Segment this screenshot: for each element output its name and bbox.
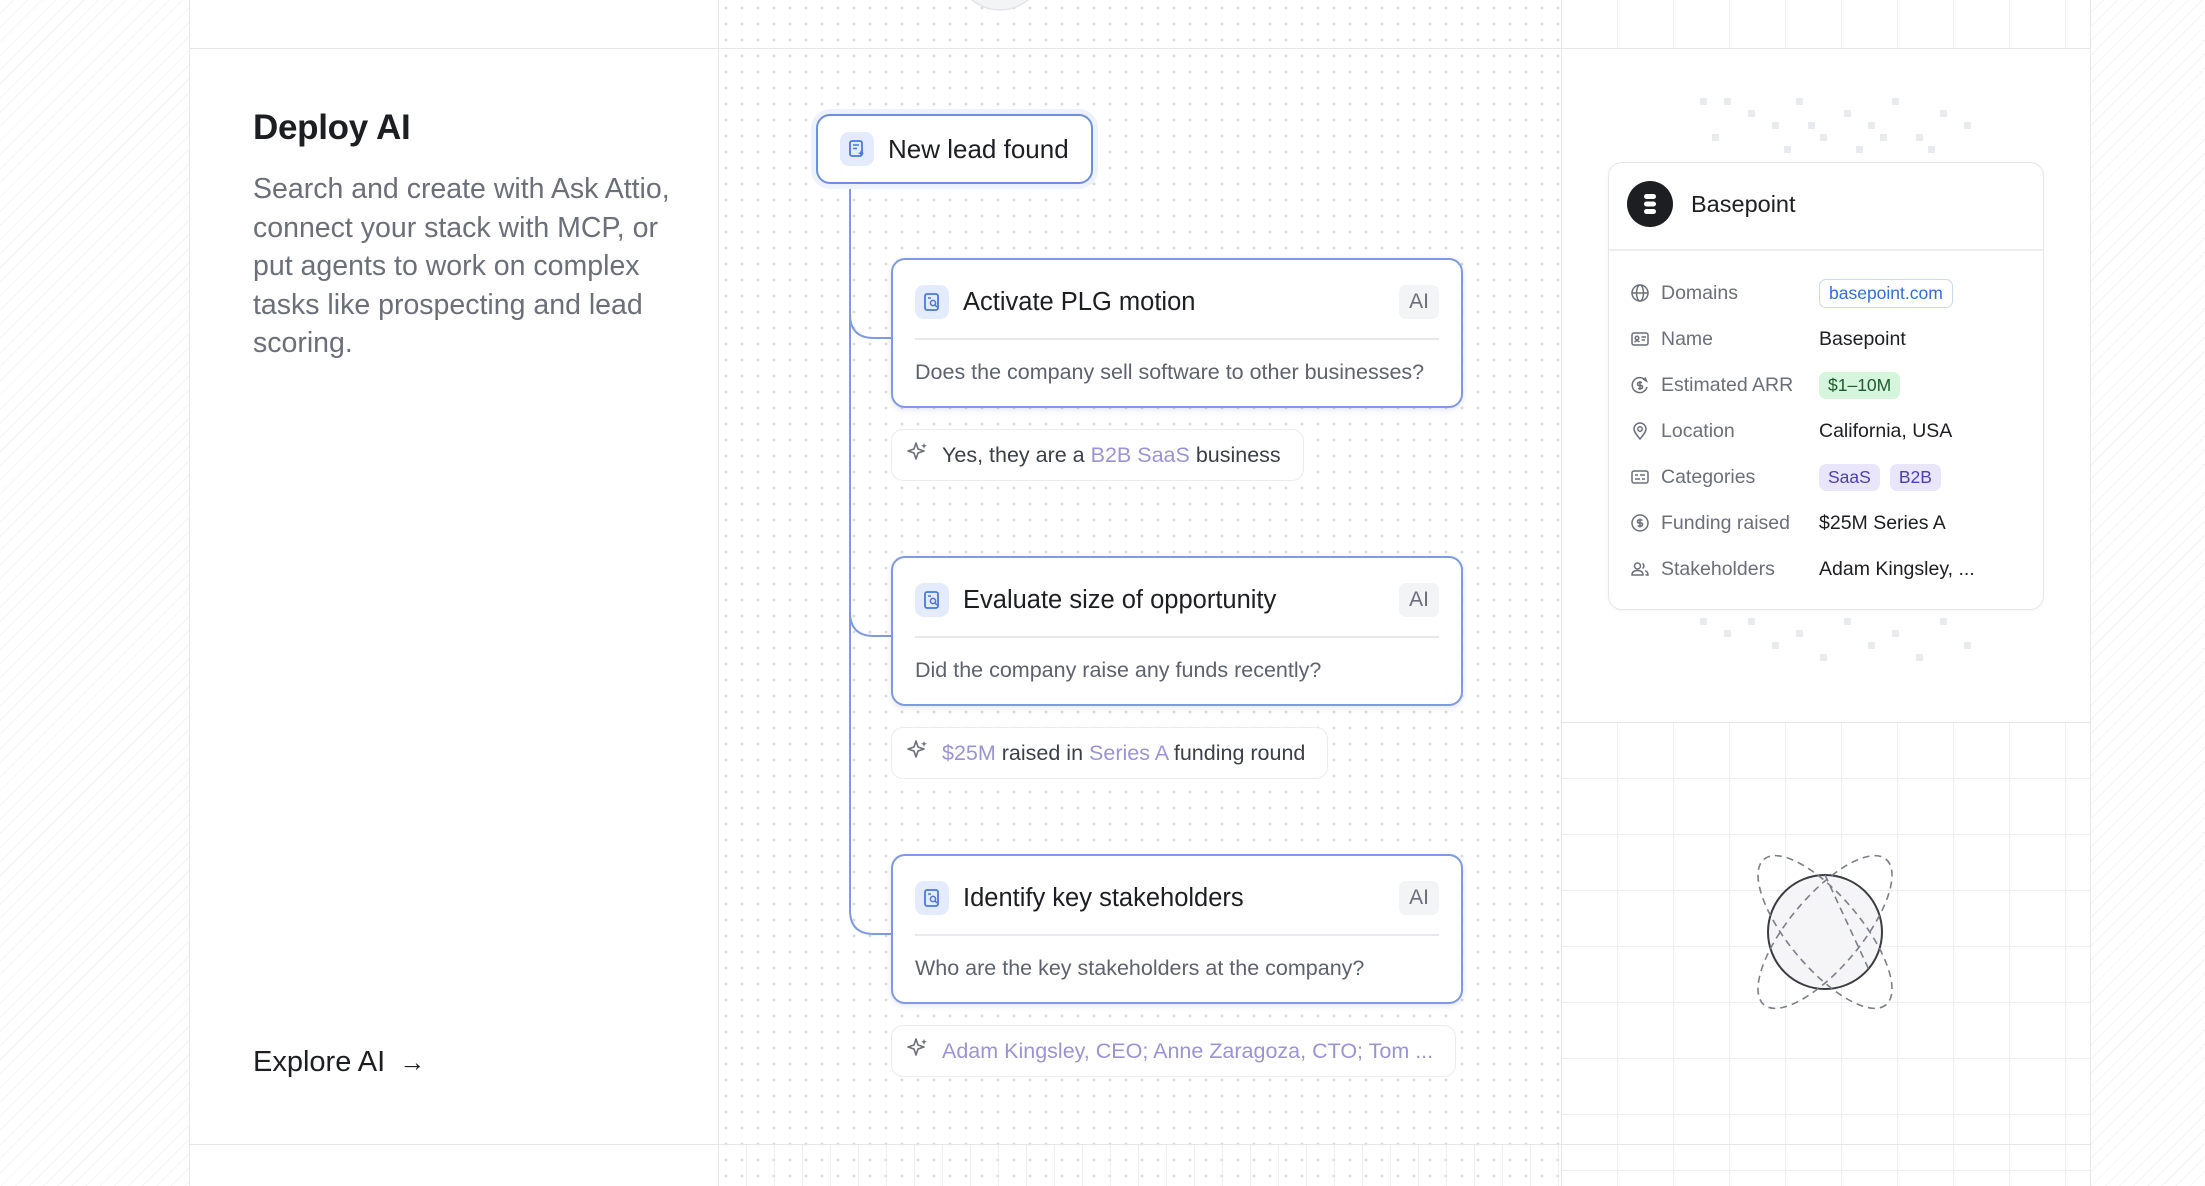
attribute-row: Funding raised $25M Series A — [1629, 507, 2029, 539]
currency-icon — [1629, 374, 1651, 396]
workflow-step-card[interactable]: Evaluate size of opportunity AI Did the … — [891, 556, 1463, 706]
divider-top — [189, 48, 2090, 49]
step-answer: $25M raised in Series A funding round — [891, 727, 1329, 779]
step-title: Activate PLG motion — [963, 287, 1196, 316]
domain-link[interactable]: basepoint.com — [1819, 278, 1953, 308]
attribute-row: Stakeholders Adam Kingsley, ... — [1629, 553, 2029, 585]
id-card-icon — [1629, 328, 1651, 350]
answer-highlight: Series A — [1089, 740, 1168, 765]
attribute-row: Estimated ARR $1–10M — [1629, 369, 2029, 401]
company-name: Basepoint — [1691, 190, 1796, 217]
divider-right-edge — [2090, 0, 2091, 1186]
attribute-value: California, USA — [1819, 419, 1953, 442]
dollar-circle-icon — [1629, 512, 1651, 534]
divider-left-edge — [189, 0, 190, 1186]
attribute-label: Funding raised — [1661, 511, 1790, 534]
sparkle-icon — [906, 440, 930, 470]
ai-record-icon — [915, 285, 949, 319]
category-tag: B2B — [1889, 463, 1941, 491]
answer-highlight: $25M — [942, 740, 996, 765]
step-title: Identify key stakeholders — [963, 883, 1244, 912]
pixel-matrix-decoration — [1700, 98, 1971, 153]
card-divider — [915, 636, 1439, 638]
right-hatched-margin — [2090, 0, 2205, 1186]
arr-badge: $1–10M — [1819, 371, 1901, 399]
step-answer: Yes, they are a B2B SaaS business — [891, 429, 1304, 481]
attribute-value: Adam Kingsley, ... — [1819, 557, 1975, 580]
attribute-row: Location California, USA — [1629, 415, 2029, 447]
users-icon — [1629, 558, 1651, 580]
ai-badge: AI — [1399, 881, 1439, 915]
globe-icon — [1629, 282, 1651, 304]
attribute-value: Basepoint — [1819, 327, 1906, 350]
explore-ai-link[interactable]: Explore AI → — [253, 1046, 425, 1079]
tag-list-icon — [1629, 466, 1651, 488]
attribute-label: Location — [1661, 419, 1735, 442]
attribute-label: Name — [1661, 327, 1714, 350]
workflow-step-card[interactable]: Activate PLG motion AI Does the company … — [891, 258, 1463, 408]
sparkle-icon — [906, 738, 930, 768]
top-grid-strip — [1561, 0, 2090, 48]
arrow-right-icon: → — [399, 1047, 426, 1077]
divider-bottom — [189, 1144, 2090, 1145]
answer-text: business — [1189, 442, 1281, 467]
card-divider — [915, 338, 1439, 340]
step-question: Did the company raise any funds recently… — [915, 658, 1322, 682]
ai-record-icon — [915, 583, 949, 617]
attribute-label: Estimated ARR — [1661, 373, 1794, 396]
bottom-grid-strip — [718, 1144, 1561, 1186]
company-record-card[interactable]: Basepoint Domains basepoint.com Name Bas… — [1608, 162, 2044, 610]
partial-circle-decoration — [971, 0, 1029, 11]
ai-badge: AI — [1399, 285, 1439, 319]
divider-right-col — [1561, 0, 1562, 1186]
answer-text: funding round — [1167, 740, 1306, 765]
location-pin-icon — [1629, 420, 1651, 442]
section-description: Search and create with Ask Attio, connec… — [253, 173, 670, 359]
divider-left-col — [718, 0, 719, 1186]
explore-ai-label: Explore AI — [253, 1046, 386, 1078]
attribute-label: Categories — [1661, 465, 1756, 488]
orbit-illustration-icon — [1757, 854, 1893, 1010]
attribute-row: Categories SaaS B2B — [1629, 461, 2029, 493]
workflow-step-card[interactable]: Identify key stakeholders AI Who are the… — [891, 854, 1463, 1004]
category-tag: SaaS — [1819, 463, 1880, 491]
ai-record-icon — [915, 881, 949, 915]
answer-highlight: Adam Kingsley, CEO; Anne Zaragoza, CTO; … — [942, 1038, 1434, 1063]
sparkle-icon — [906, 1036, 930, 1066]
trigger-label: New lead found — [888, 133, 1069, 164]
workflow-trigger-node[interactable]: New lead found — [816, 114, 1093, 184]
card-divider — [915, 934, 1439, 936]
workflow-trigger-icon — [840, 132, 874, 166]
answer-text: Yes, they are a — [942, 442, 1091, 467]
answer-text: raised in — [995, 740, 1090, 765]
attribute-label: Stakeholders — [1661, 557, 1775, 580]
pixel-matrix-decoration — [1700, 618, 1971, 661]
attribute-row: Domains basepoint.com — [1629, 277, 2029, 309]
attribute-value: $25M Series A — [1819, 511, 1946, 534]
divider-right-mid — [1561, 722, 2090, 723]
section-title: Deploy AI — [253, 108, 411, 147]
attribute-row: Name Basepoint — [1629, 323, 2029, 355]
ai-badge: AI — [1399, 583, 1439, 617]
left-hatched-margin — [0, 0, 189, 1186]
step-question: Who are the key stakeholders at the comp… — [915, 956, 1365, 980]
attribute-label: Domains — [1661, 281, 1738, 304]
answer-highlight: B2B SaaS — [1090, 442, 1190, 467]
step-answer: Adam Kingsley, CEO; Anne Zaragoza, CTO; … — [891, 1025, 1457, 1077]
card-divider — [1609, 249, 2043, 251]
company-logo-icon — [1627, 181, 1673, 227]
step-title: Evaluate size of opportunity — [963, 585, 1277, 614]
step-question: Does the company sell software to other … — [915, 360, 1425, 384]
